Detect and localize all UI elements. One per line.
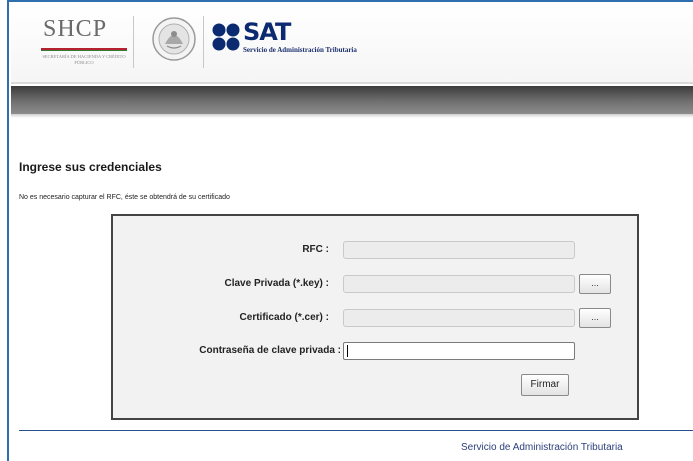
header-rule bbox=[11, 82, 693, 84]
page-frame: SHCP SECRETARÍA DE HACIENDA Y CRÉDITO PÚ… bbox=[7, 0, 693, 461]
header-divider bbox=[133, 16, 134, 68]
page-title: Ingrese sus credenciales bbox=[19, 160, 162, 174]
firmar-button[interactable]: Firmar bbox=[521, 374, 569, 396]
certificate-field[interactable] bbox=[343, 309, 575, 327]
text-caret bbox=[347, 345, 348, 357]
footer-text: Servicio de Administración Tributaria bbox=[461, 442, 623, 453]
rfc-note: No es necesario capturar el RFC, éste se… bbox=[19, 194, 230, 201]
header-band bbox=[11, 86, 693, 114]
header-divider bbox=[203, 16, 204, 68]
sat-logo-icon bbox=[212, 23, 240, 51]
credentials-panel: RFC : Clave Privada (*.key) : ... Certif… bbox=[111, 214, 639, 420]
private-key-field[interactable] bbox=[343, 275, 575, 293]
header-band-shadow bbox=[11, 114, 693, 118]
shcp-logo-subtitle: SECRETARÍA DE HACIENDA Y CRÉDITO PÚBLICO bbox=[42, 54, 126, 65]
national-seal-icon bbox=[152, 17, 196, 61]
site-header: SHCP SECRETARÍA DE HACIENDA Y CRÉDITO PÚ… bbox=[11, 4, 693, 82]
password-label: Contraseña de clave privada : bbox=[199, 345, 341, 356]
rfc-field bbox=[343, 241, 575, 259]
private-key-browse-button[interactable]: ... bbox=[579, 274, 611, 294]
private-key-label: Clave Privada (*.key) : bbox=[224, 278, 330, 289]
certificate-label: Certificado (*.cer) : bbox=[239, 312, 329, 323]
shcp-logo-line-green bbox=[41, 50, 127, 51]
certificate-browse-button[interactable]: ... bbox=[579, 308, 611, 328]
password-field[interactable] bbox=[343, 342, 575, 360]
footer-rule bbox=[19, 430, 693, 431]
sat-title: SAT bbox=[243, 18, 291, 46]
rfc-label: RFC : bbox=[302, 244, 329, 255]
sat-subtitle: Servicio de Administración Tributaria bbox=[243, 46, 357, 54]
shcp-logo-title: SHCP bbox=[43, 16, 108, 42]
shcp-logo: SHCP SECRETARÍA DE HACIENDA Y CRÉDITO PÚ… bbox=[39, 14, 129, 70]
